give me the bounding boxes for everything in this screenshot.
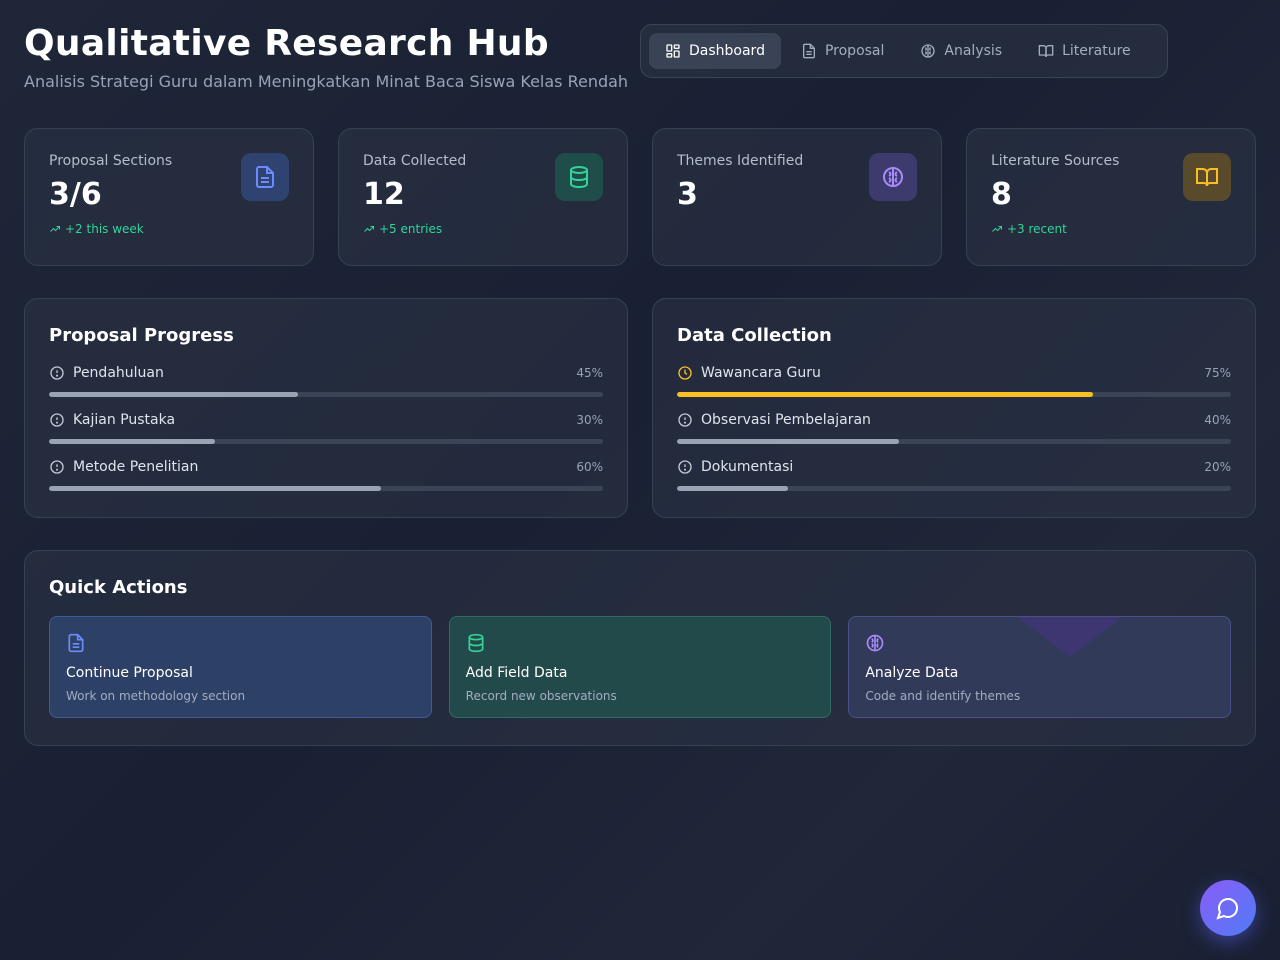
progress-track <box>49 392 603 397</box>
stat-icon-box <box>1183 153 1231 201</box>
tab-proposal[interactable]: Proposal <box>785 33 900 69</box>
qa-desc: Work on methodology section <box>66 689 246 703</box>
tab-label: Dashboard <box>689 43 765 59</box>
progress-label: Pendahuluan <box>73 365 164 381</box>
qa-desc: Code and identify themes <box>865 689 1021 703</box>
progress-fill <box>677 486 788 491</box>
qa-desc: Record new observations <box>465 689 617 703</box>
stat-trend: +3 recent <box>991 222 1231 236</box>
stat-trend: +2 this week <box>49 222 289 236</box>
decorative-shape <box>1010 617 1131 657</box>
progress-fill <box>49 486 382 491</box>
add-field-data-button[interactable]: Add Field Data Record new observations <box>448 616 832 718</box>
progress-item: Pendahuluan 45% <box>49 364 603 397</box>
progress-percent: 20% <box>1204 460 1231 474</box>
alert-circle-icon <box>678 413 692 427</box>
panel-title: Quick Actions <box>49 577 188 598</box>
quick-actions-panel: Quick Actions Continue Proposal Work on … <box>24 550 1256 746</box>
alert-circle-icon <box>50 413 64 427</box>
app-title: Qualitative Research Hub <box>24 23 549 64</box>
app-subtitle: Analisis Strategi Guru dalam Meningkatka… <box>24 72 629 91</box>
document-icon <box>802 43 815 59</box>
progress-fill <box>49 439 216 444</box>
data-collection-panel: Data Collection Wawancara Guru 75% Obser… <box>652 298 1256 518</box>
trending-up-icon <box>364 226 374 232</box>
main-nav: Dashboard Proposal Analysis Literature <box>640 24 1168 78</box>
brain-icon <box>867 634 884 652</box>
progress-track <box>49 486 603 491</box>
stat-icon-box <box>555 153 603 201</box>
stat-trend-text: +5 entries <box>379 222 443 236</box>
document-icon <box>68 633 84 653</box>
database-icon <box>570 166 588 189</box>
progress-item: Wawancara Guru 75% <box>677 364 1231 397</box>
progress-label: Dokumentasi <box>701 459 794 475</box>
alert-circle-icon <box>678 460 692 474</box>
progress-percent: 75% <box>1204 366 1231 380</box>
database-icon <box>468 633 484 653</box>
brain-icon <box>883 167 903 187</box>
progress-percent: 30% <box>576 413 603 427</box>
stat-trend-text: +3 recent <box>1007 222 1067 236</box>
proposal-progress-panel: Proposal Progress Pendahuluan 45% Kajian… <box>24 298 628 518</box>
analyze-data-button[interactable]: Analyze Data Code and identify themes <box>848 616 1232 718</box>
stat-card-data-collected: Data Collected 12 +5 entries <box>338 128 628 266</box>
panel-title: Proposal Progress <box>49 325 234 346</box>
progress-label: Wawancara Guru <box>701 365 821 381</box>
panel-title: Data Collection <box>677 325 832 346</box>
tab-label: Proposal <box>824 43 885 59</box>
chat-button[interactable] <box>1200 880 1256 936</box>
stat-trend: +5 entries <box>363 222 603 236</box>
stat-card-themes-identified: Themes Identified 3 <box>652 128 942 266</box>
progress-track <box>677 486 1231 491</box>
alert-circle-icon <box>50 460 64 474</box>
qa-title: Analyze Data <box>865 665 959 681</box>
stat-card-proposal-sections: Proposal Sections 3/6 +2 this week <box>24 128 314 266</box>
progress-fill <box>677 439 899 444</box>
grid-icon <box>666 44 680 58</box>
progress-percent: 60% <box>576 460 603 474</box>
progress-percent: 45% <box>576 366 603 380</box>
progress-item: Kajian Pustaka 30% <box>49 411 603 444</box>
qa-title: Continue Proposal <box>66 665 193 681</box>
progress-item: Dokumentasi 20% <box>677 458 1231 491</box>
progress-track <box>49 439 603 444</box>
tab-literature[interactable]: Literature <box>1022 33 1147 69</box>
tab-dashboard[interactable]: Dashboard <box>649 33 781 69</box>
progress-item: Observasi Pembelajaran 40% <box>677 411 1231 444</box>
brain-icon <box>921 44 936 58</box>
document-icon <box>256 166 274 188</box>
tab-label: Analysis <box>944 43 1003 59</box>
trending-up-icon <box>992 226 1002 232</box>
trending-up-icon <box>50 226 60 232</box>
continue-proposal-button[interactable]: Continue Proposal Work on methodology se… <box>49 616 432 718</box>
progress-fill <box>49 392 299 397</box>
tab-label: Literature <box>1062 43 1131 59</box>
clock-icon <box>678 366 692 380</box>
book-open-icon <box>1196 168 1218 187</box>
progress-percent: 40% <box>1204 413 1231 427</box>
progress-fill <box>677 392 1093 397</box>
progress-track <box>677 439 1231 444</box>
progress-label: Observasi Pembelajaran <box>701 412 871 428</box>
stat-icon-box <box>241 153 289 201</box>
stat-card-literature-sources: Literature Sources 8 +3 recent <box>966 128 1256 266</box>
book-open-icon <box>1038 45 1054 58</box>
progress-item: Metode Penelitian 60% <box>49 458 603 491</box>
stat-trend-text: +2 this week <box>65 222 144 236</box>
stat-icon-box <box>869 153 917 201</box>
alert-circle-icon <box>50 366 64 380</box>
progress-label: Metode Penelitian <box>73 459 199 475</box>
progress-track <box>677 392 1231 397</box>
progress-label: Kajian Pustaka <box>73 412 176 428</box>
tab-analysis[interactable]: Analysis <box>904 33 1018 69</box>
qa-title: Add Field Data <box>465 665 568 681</box>
page-header: Qualitative Research Hub Analisis Strate… <box>24 22 628 91</box>
chat-bubble-icon <box>1216 898 1238 920</box>
